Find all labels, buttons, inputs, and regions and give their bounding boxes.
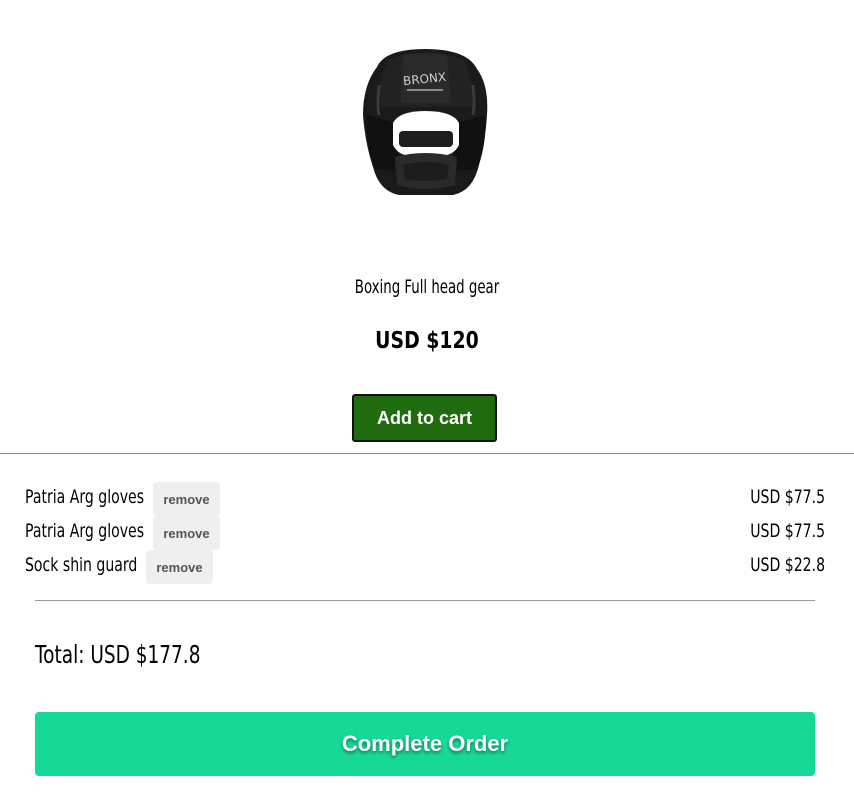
product-price: USD $120 <box>375 328 479 354</box>
cart-item-price: USD $22.8 <box>750 554 825 576</box>
remove-button[interactable]: remove <box>153 482 220 516</box>
divider <box>35 600 815 601</box>
cart-item: Patria Arg gloves remove USD $77.5 <box>25 516 825 550</box>
cart-item-name: Patria Arg gloves <box>25 520 145 542</box>
complete-order-button[interactable]: Complete Order <box>35 712 815 776</box>
cart-item-price: USD $77.5 <box>750 486 825 508</box>
cart-item: Patria Arg gloves remove USD $77.5 <box>25 482 825 516</box>
cart-item-price: USD $77.5 <box>750 520 825 542</box>
product-name: Boxing Full head gear <box>354 276 500 298</box>
cart-item-name: Sock shin guard <box>25 554 138 576</box>
divider <box>0 453 854 454</box>
cart-item-name: Patria Arg gloves <box>25 486 145 508</box>
page: BRONX Boxing Full head gear USD $120 Add… <box>0 0 854 809</box>
remove-button[interactable]: remove <box>153 516 220 550</box>
boxing-headgear-icon: BRONX <box>363 49 488 195</box>
cart-item: Sock shin guard remove USD $22.8 <box>25 550 825 584</box>
add-to-cart-button[interactable]: Add to cart <box>352 394 497 442</box>
remove-button[interactable]: remove <box>146 550 213 584</box>
order-total: Total: USD $177.8 <box>35 640 201 669</box>
